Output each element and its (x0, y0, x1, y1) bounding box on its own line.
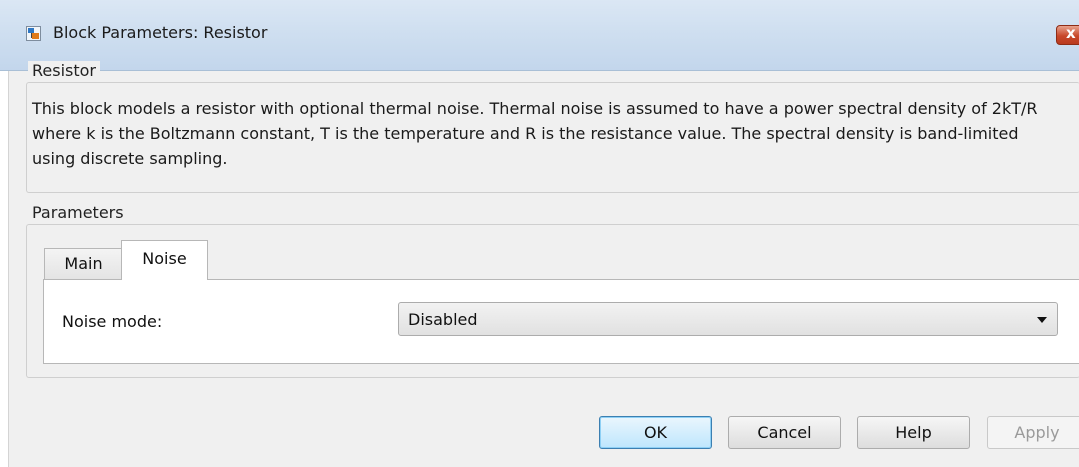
noise-mode-select[interactable]: Disabled (398, 302, 1058, 336)
window-title: Block Parameters: Resistor (53, 23, 268, 42)
title-bar[interactable]: Block Parameters: Resistor x (0, 0, 1079, 71)
apply-button[interactable]: Apply (987, 416, 1079, 449)
tab-main[interactable]: Main (44, 248, 123, 279)
help-button[interactable]: Help (857, 416, 970, 449)
cancel-button[interactable]: Cancel (728, 416, 841, 449)
simulink-block-icon (26, 26, 41, 41)
close-button[interactable]: x (1056, 24, 1079, 45)
noise-mode-value: Disabled (408, 310, 478, 329)
block-description: This block models a resistor with option… (32, 99, 1038, 168)
parameters-group-legend: Parameters (28, 203, 128, 222)
chevron-down-icon[interactable] (1037, 317, 1047, 323)
tab-noise[interactable]: Noise (121, 240, 208, 280)
tab-main-label: Main (64, 254, 103, 273)
noise-mode-label: Noise mode: (62, 312, 163, 331)
tab-noise-label: Noise (142, 249, 187, 268)
ok-button[interactable]: OK (599, 416, 712, 449)
description-group-legend: Resistor (28, 61, 100, 80)
close-icon: x (1066, 24, 1076, 42)
